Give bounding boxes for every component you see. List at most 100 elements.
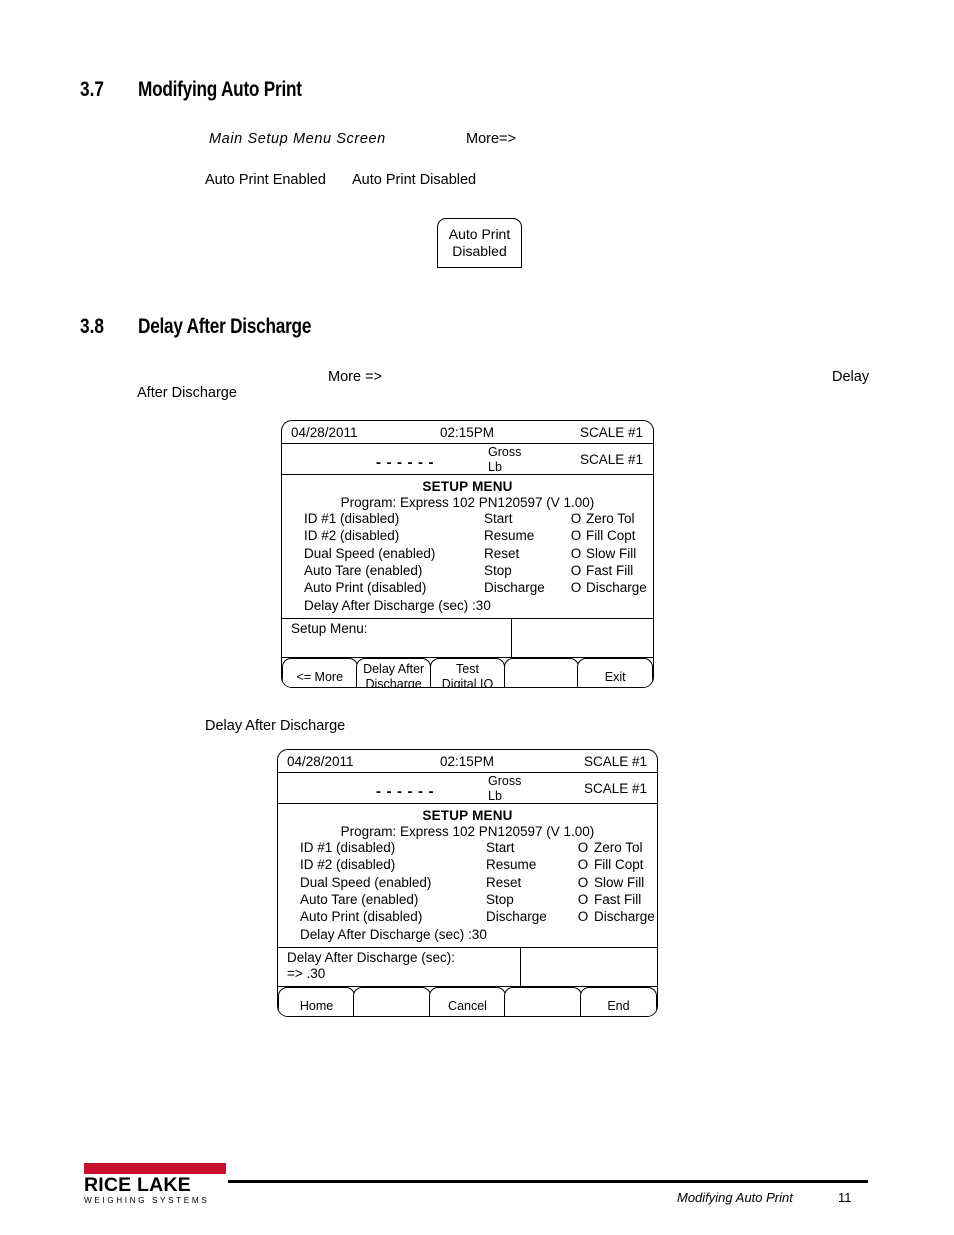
panel2-gross-label: Gross: [488, 774, 522, 788]
softkey-home[interactable]: Home: [278, 987, 356, 1016]
softkey-blank-3[interactable]: [504, 987, 582, 1016]
auto-print-disabled-callout: Auto Print Disabled: [437, 218, 522, 268]
panel2-mode-units: Gross Lb: [488, 774, 521, 804]
panel2-setup-menu-title: SETUP MENU: [422, 808, 513, 823]
indicator-panel-setup-menu: 04/28/2011 02:15PM SCALE #1 ------ Gross…: [281, 420, 654, 688]
more-arrow-label-38: More =>: [328, 369, 382, 385]
panel2-status-bar: 04/28/2011 02:15PM SCALE #1: [278, 750, 657, 773]
section-37-title: Modifying Auto Print: [138, 78, 302, 101]
softkey-exit[interactable]: Exit: [577, 658, 653, 687]
panel1-row0-right[interactable]: Zero Tol: [586, 510, 653, 527]
panel1-row1-state: O: [570, 528, 582, 544]
panel2-row2-right[interactable]: Slow Fill: [594, 874, 657, 891]
delay-label: Delay: [832, 369, 870, 385]
softkey-cancel-line1: Cancel: [448, 998, 487, 1013]
softkey-more-line1: <= More: [296, 669, 344, 684]
softkey-end-line1: End: [607, 998, 630, 1013]
panel1-delay-value-line: Delay After Discharge (sec) :30: [304, 597, 491, 613]
softkey-blank-2[interactable]: [353, 987, 431, 1016]
panel2-prompt-right: [521, 948, 657, 986]
panel1-row4-right[interactable]: Discharge: [586, 579, 653, 596]
panel1-menu-grid: ID #1 (disabled) Start O Zero Tol ID #2 …: [282, 510, 653, 597]
after-discharge-label: After Discharge: [137, 385, 237, 401]
delay-after-discharge-caption: Delay After Discharge: [205, 718, 346, 734]
panel2-row0-left[interactable]: ID #1 (disabled): [300, 839, 486, 856]
panel1-row4-left[interactable]: Auto Print (disabled): [304, 579, 484, 596]
panel1-softkey-row: <= More Delay After Discharge Test Digit…: [282, 658, 653, 688]
panel1-row1-left[interactable]: ID #2 (disabled): [304, 527, 484, 544]
panel2-row3-mid[interactable]: Stop: [486, 891, 572, 908]
panel2-menu-grid: ID #1 (disabled) Start O Zero Tol ID #2 …: [278, 839, 657, 926]
panel1-row3-mid[interactable]: Stop: [484, 562, 566, 579]
softkey-test-line1: Test: [456, 662, 479, 677]
softkey-delay-line2: Discharge: [365, 677, 422, 688]
panel2-weight-scale-id: SCALE #1: [583, 781, 647, 796]
panel1-row3-left[interactable]: Auto Tare (enabled): [304, 562, 484, 579]
panel2-prompt-line1: Delay After Discharge (sec):: [287, 950, 456, 966]
softkey-home-line1: Home: [299, 998, 334, 1013]
panel1-row2-state: O: [570, 545, 582, 561]
softkey-delay-line1: Delay After: [363, 662, 425, 677]
softkey-test-line2: Digital IO: [441, 677, 494, 688]
softkey-blank-1[interactable]: [503, 658, 580, 687]
softkey-delay-after-discharge[interactable]: Delay After Discharge: [355, 658, 432, 688]
footer-doc-title: Modifying Auto Print: [677, 1190, 793, 1205]
panel2-row1-mid[interactable]: Resume: [486, 856, 572, 873]
softkey-more[interactable]: <= More: [282, 658, 358, 687]
panel1-menu-body: SETUP MENU Program: Express 102 PN120597…: [282, 475, 653, 620]
panel2-row2-mid[interactable]: Reset: [486, 874, 572, 891]
softkey-exit-line1: Exit: [604, 669, 626, 684]
panel1-row0-state: O: [570, 511, 582, 526]
panel2-row1-left[interactable]: ID #2 (disabled): [300, 856, 486, 873]
logo-wordmark: RICE LAKE: [84, 1174, 191, 1196]
softkey-end[interactable]: End: [579, 987, 657, 1016]
panel2-row2-left[interactable]: Dual Speed (enabled): [300, 874, 486, 891]
panel1-row0-mid[interactable]: Start: [484, 510, 566, 527]
panel1-prompt-line1: Setup Menu:: [291, 621, 368, 637]
panel1-gross-label: Gross: [488, 445, 522, 459]
panel1-date: 04/28/2011: [291, 424, 358, 440]
panel2-delay-entry-value[interactable]: => .30: [287, 966, 520, 982]
panel1-row3-right[interactable]: Fast Fill: [586, 562, 653, 579]
panel1-row3-state: O: [570, 563, 582, 579]
rice-lake-logo: RICE LAKE WEIGHING SYSTEMS: [84, 1163, 226, 1205]
panel1-row2-right[interactable]: Slow Fill: [586, 545, 653, 562]
panel2-prompt-area: Delay After Discharge (sec): => .30: [278, 948, 657, 988]
panel1-row2-left[interactable]: Dual Speed (enabled): [304, 545, 484, 562]
panel2-prompt-left: Delay After Discharge (sec): => .30: [278, 948, 521, 987]
panel2-date: 04/28/2011: [287, 753, 354, 769]
panel1-weight-scale-id: SCALE #1: [579, 452, 643, 467]
logo-red-bar: [84, 1163, 226, 1174]
footer-page-number: 11: [838, 1190, 852, 1205]
auto-print-enabled-label: Auto Print Enabled: [205, 172, 326, 188]
main-setup-menu-screen-label: Main Setup Menu Screen: [209, 131, 386, 147]
panel1-program-line: Program: Express 102 PN120597 (V 1.00): [340, 495, 595, 510]
panel2-row3-left[interactable]: Auto Tare (enabled): [300, 891, 486, 908]
panel2-time: 02:15PM: [439, 753, 495, 769]
panel1-row2-mid[interactable]: Reset: [484, 545, 566, 562]
panel1-row1-mid[interactable]: Resume: [484, 527, 566, 544]
panel1-weight-display: ------ Gross Lb SCALE #1: [282, 444, 653, 475]
panel2-row3-right[interactable]: Fast Fill: [594, 891, 657, 908]
panel1-status-bar: 04/28/2011 02:15PM SCALE #1: [282, 421, 653, 444]
panel1-row1-right[interactable]: Fill Copt: [586, 527, 653, 544]
panel2-row0-mid[interactable]: Start: [486, 839, 572, 856]
panel1-row4-state: O: [570, 580, 582, 596]
panel2-row1-state: O: [577, 857, 589, 873]
panel2-row1-right[interactable]: Fill Copt: [594, 856, 657, 873]
footer-divider: [228, 1180, 868, 1183]
panel1-row4-mid[interactable]: Discharge: [484, 579, 566, 596]
panel1-row0-left[interactable]: ID #1 (disabled): [304, 510, 484, 527]
callout-line1: Auto Print: [448, 225, 511, 242]
panel2-scale-id: SCALE #1: [583, 753, 647, 769]
panel2-row4-state: O: [577, 909, 589, 925]
panel2-row4-mid[interactable]: Discharge: [486, 908, 572, 925]
panel2-row4-right[interactable]: Discharge: [594, 908, 657, 925]
panel2-row0-right[interactable]: Zero Tol: [594, 839, 657, 856]
softkey-test-digital-io[interactable]: Test Digital IO: [429, 658, 506, 688]
panel2-row4-left[interactable]: Auto Print (disabled): [300, 908, 486, 925]
softkey-cancel[interactable]: Cancel: [428, 987, 507, 1016]
logo-tagline: WEIGHING SYSTEMS: [84, 1196, 210, 1206]
callout-line2: Disabled: [452, 243, 507, 259]
auto-print-disabled-label: Auto Print Disabled: [352, 172, 477, 188]
